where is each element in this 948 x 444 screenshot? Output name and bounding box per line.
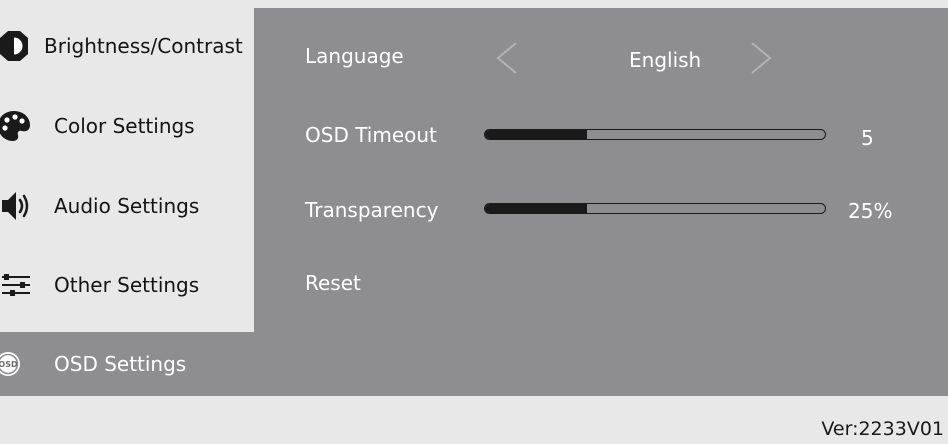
osd-timeout-slider-fill	[485, 130, 587, 139]
svg-text:OSD: OSD	[0, 360, 18, 369]
menu-item-color-settings[interactable]: Color Settings	[0, 101, 195, 151]
osd-timeout-label: OSD Timeout	[305, 123, 437, 147]
speaker-icon	[0, 184, 36, 228]
transparency-value: 25%	[848, 199, 893, 223]
osd-icon: OSD	[0, 342, 36, 386]
menu-item-other-settings[interactable]: Other Settings	[0, 260, 199, 310]
language-value: English	[629, 48, 702, 72]
menu-item-brightness-contrast[interactable]: Brightness/Contrast	[0, 21, 243, 71]
chevron-right-icon[interactable]	[746, 40, 776, 76]
menu-label-color-settings: Color Settings	[54, 114, 195, 138]
sliders-icon	[0, 263, 36, 307]
reset-button[interactable]: Reset	[305, 271, 361, 295]
brightness-icon	[0, 24, 36, 68]
menu-label-brightness-contrast: Brightness/Contrast	[44, 34, 243, 58]
chevron-left-icon[interactable]	[492, 40, 522, 76]
menu-item-audio-settings[interactable]: Audio Settings	[0, 181, 199, 231]
palette-icon	[0, 104, 36, 148]
menu-label-other-settings: Other Settings	[54, 273, 200, 297]
version-text: Ver:2233V01	[821, 418, 944, 440]
transparency-slider-fill	[485, 204, 587, 213]
osd-timeout-slider[interactable]	[484, 129, 826, 140]
menu-item-osd-settings[interactable]: OSD OSD Settings	[0, 339, 186, 389]
transparency-label: Transparency	[305, 198, 439, 222]
menu-label-osd-settings: OSD Settings	[54, 352, 187, 376]
transparency-slider[interactable]	[484, 203, 826, 214]
language-label: Language	[305, 44, 404, 68]
osd-timeout-value: 5	[861, 126, 874, 150]
menu-label-audio-settings: Audio Settings	[54, 194, 200, 218]
